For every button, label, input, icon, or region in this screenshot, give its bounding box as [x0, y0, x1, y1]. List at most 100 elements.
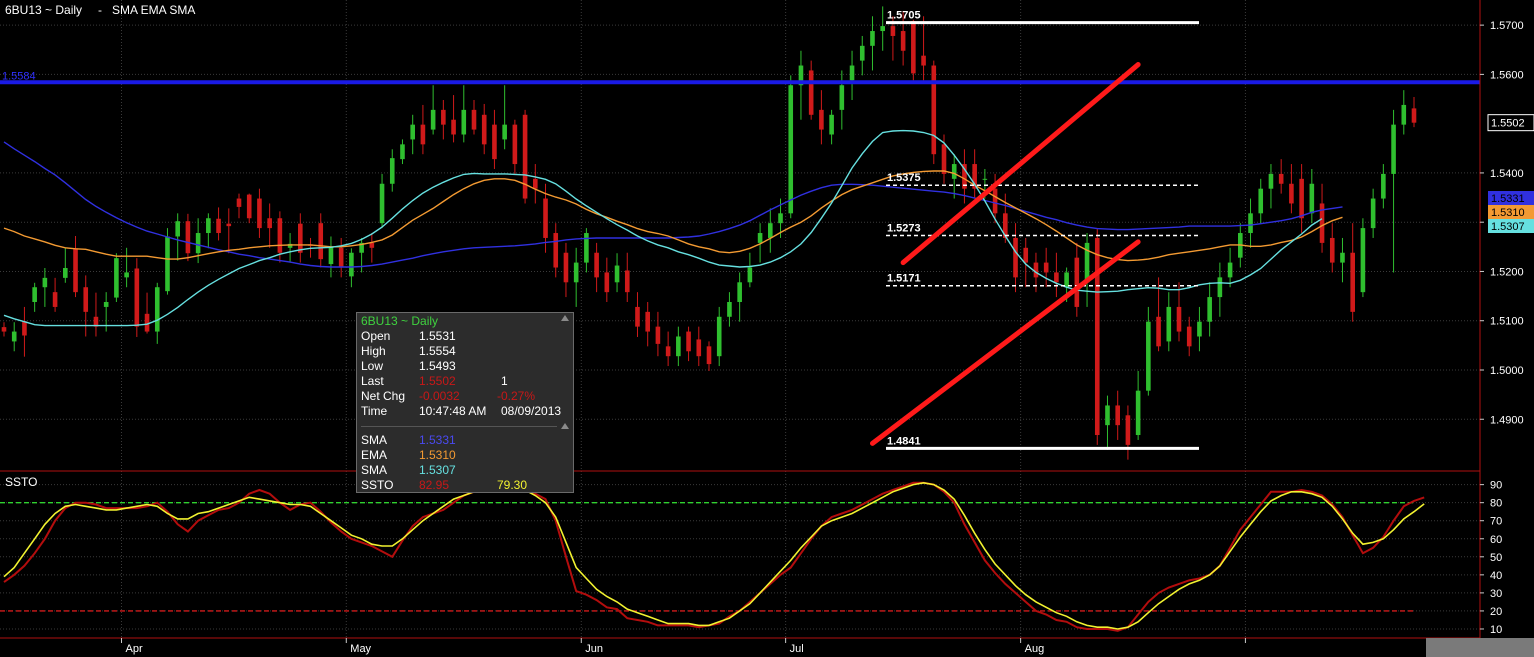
- y-tick-label: 1.5100: [1490, 316, 1524, 328]
- candle-body: [1381, 173, 1386, 199]
- candle-body: [83, 287, 89, 312]
- y-tick-label: 1.5600: [1490, 69, 1524, 81]
- candle-body: [1, 327, 7, 332]
- y-tick-label: 1.5200: [1490, 266, 1524, 278]
- fib-level-label: 1.5375: [887, 172, 921, 184]
- candle-body: [951, 164, 957, 179]
- fib-level-label: 1.5171: [887, 273, 921, 285]
- data-window-row-label: Last: [361, 374, 384, 388]
- chart-background: [0, 0, 1534, 657]
- x-tick-label: Jul: [790, 643, 804, 655]
- collapse-studies-icon[interactable]: [561, 423, 569, 429]
- candle-body: [533, 178, 538, 189]
- candle-body: [931, 65, 937, 155]
- candle-body: [1289, 183, 1294, 204]
- x-tick-label: Jun: [585, 643, 603, 655]
- candle-body: [1350, 252, 1355, 312]
- stoch-y-tick-label: 10: [1490, 624, 1502, 636]
- candle-body: [584, 233, 589, 263]
- candle-body: [481, 114, 487, 145]
- candle-body: [819, 109, 824, 130]
- candle-body: [512, 124, 518, 165]
- candle-body: [522, 114, 528, 199]
- candle-body: [1360, 228, 1366, 293]
- candle-body: [757, 233, 763, 243]
- indicator-tag-label: 1.5310: [1491, 207, 1525, 219]
- candle-body: [42, 277, 48, 288]
- data-window-row-value: 1.5554: [419, 344, 456, 358]
- candle-body: [502, 124, 507, 140]
- collapse-up-icon[interactable]: [561, 315, 569, 321]
- data-window-divider: [361, 426, 557, 427]
- y-tick-label: 1.5400: [1490, 168, 1524, 180]
- candle-body: [410, 124, 415, 140]
- candle-body: [747, 267, 753, 283]
- candle-body: [338, 247, 344, 268]
- candle-body: [165, 236, 170, 292]
- data-window-study-value2: 79.30: [497, 478, 528, 492]
- stoch-y-tick-label: 90: [1490, 480, 1502, 492]
- candle-body: [328, 246, 334, 265]
- data-window-row-label: High: [361, 344, 386, 358]
- indicator-tag-label: 1.5307: [1491, 221, 1525, 233]
- candle-body: [880, 26, 885, 32]
- x-tick-label: Apr: [126, 643, 143, 655]
- data-window-row-value: 1.5502: [419, 374, 456, 388]
- candle-body: [1156, 316, 1161, 347]
- candle-body: [451, 119, 456, 135]
- candle-body: [206, 218, 211, 234]
- candle-body: [1033, 262, 1039, 278]
- candle-body: [73, 248, 78, 293]
- candle-body: [543, 198, 548, 238]
- candle-body: [686, 331, 691, 352]
- stoch-y-tick-label: 40: [1490, 570, 1502, 582]
- candle-body: [982, 178, 988, 180]
- candle-body: [1197, 321, 1202, 337]
- candle-body: [1023, 247, 1029, 263]
- candle-body: [144, 313, 150, 332]
- candle-body: [1105, 405, 1110, 426]
- candle-body: [1370, 198, 1376, 229]
- y-tick-label: 1.5700: [1490, 20, 1524, 32]
- candle-body: [1207, 297, 1212, 322]
- candle-body: [430, 109, 436, 130]
- data-window[interactable]: 6BU13 ~ Daily Open 1.5531 High 1.5554 Low 1.5…: [356, 312, 574, 493]
- candle-body: [1125, 415, 1131, 445]
- candle-body: [890, 26, 896, 36]
- candle-body: [604, 272, 610, 293]
- data-window-study-label: EMA: [361, 448, 388, 462]
- candle-body: [114, 258, 119, 298]
- candle-body: [778, 213, 783, 224]
- candle-body: [1309, 183, 1315, 214]
- candle-body: [696, 339, 702, 357]
- price-chart[interactable]: 1.5584 1.5705 1.5375 1.5273 1.5171 1.4841 1.5…: [0, 0, 1534, 657]
- stoch-y-tick-label: 80: [1490, 498, 1502, 510]
- candle-body: [1135, 390, 1141, 436]
- candle-body: [492, 124, 497, 160]
- candle-body: [594, 252, 599, 278]
- chart-separator: -: [98, 3, 102, 17]
- stoch-y-tick-label: 20: [1490, 606, 1502, 618]
- candle-body: [716, 316, 722, 357]
- data-window-row-value: -0.0032: [419, 389, 460, 403]
- candle-body: [420, 124, 426, 145]
- stoch-y-tick-label: 30: [1490, 588, 1502, 600]
- candle-body: [553, 233, 559, 268]
- candle-body: [921, 55, 926, 66]
- data-window-study-value: 1.5307: [419, 463, 456, 477]
- candle-body: [246, 194, 252, 219]
- indicator-tag-label: 1.5331: [1491, 193, 1525, 205]
- candle-body: [706, 346, 712, 365]
- candle-body: [614, 265, 620, 283]
- candle-body: [22, 321, 27, 336]
- candle-body: [900, 31, 906, 51]
- data-window-study-value: 82.95: [419, 478, 450, 492]
- candle-body: [267, 218, 272, 229]
- resistance-label: 1.5584: [2, 70, 36, 82]
- candle-body: [1013, 237, 1018, 278]
- data-window-study-label: SSTO: [361, 478, 394, 492]
- candle-body: [154, 287, 160, 332]
- fib-level-label: 1.4841: [887, 435, 921, 447]
- candle-body: [389, 158, 395, 184]
- stoch-y-tick-label: 60: [1490, 534, 1502, 546]
